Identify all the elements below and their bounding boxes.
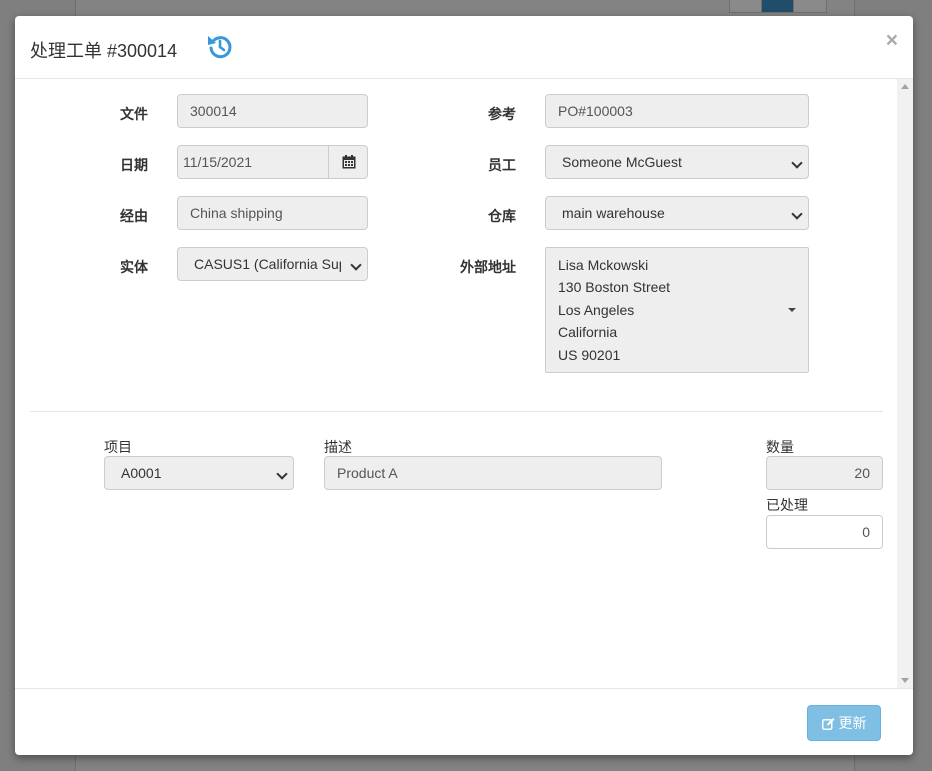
via-field: China shipping: [177, 196, 368, 230]
date-label: 日期: [120, 157, 148, 173]
warehouse-value: main warehouse: [562, 205, 665, 221]
ext-addr-label: 外部地址: [460, 259, 516, 275]
desc-label: 描述: [324, 439, 352, 455]
update-label: 更新: [838, 715, 867, 731]
caret-down-icon: [788, 308, 796, 312]
background-button: [793, 0, 827, 13]
address-line: US 90201: [558, 346, 621, 363]
address-line: Los Angeles: [558, 301, 635, 318]
chevron-down-icon: [791, 208, 803, 220]
item-select[interactable]: A0001: [104, 456, 294, 490]
close-button[interactable]: ×: [886, 29, 898, 53]
processed-input[interactable]: 0: [766, 515, 883, 549]
address-line: 130 Boston Street: [558, 279, 671, 296]
process-order-modal: 处理工单 #300014 × 文件 300014 参考 PO#100003 日期…: [15, 16, 913, 755]
entity-select[interactable]: CASUS1 (California Sup: [177, 247, 368, 281]
qty-field: 20: [766, 456, 883, 490]
ref-field: PO#100003: [545, 94, 809, 128]
chevron-down-icon: [791, 157, 803, 169]
scroll-down-icon[interactable]: [901, 678, 909, 683]
address-line: California: [558, 324, 618, 341]
via-label: 经由: [120, 208, 148, 224]
calendar-button[interactable]: [328, 145, 368, 179]
doc-label: 文件: [120, 106, 148, 122]
history-icon[interactable]: [206, 32, 234, 60]
entity-label: 实体: [120, 259, 148, 275]
staff-label: 员工: [488, 157, 516, 173]
scrollbar[interactable]: [897, 79, 913, 688]
ref-label: 参考: [488, 106, 516, 122]
chevron-down-icon: [350, 259, 362, 271]
staff-value: Someone McGuest: [562, 154, 682, 170]
external-address-select[interactable]: Lisa Mckowski 130 Boston Street Los Ange…: [545, 247, 809, 373]
modal-header: 处理工单 #300014 ×: [15, 16, 913, 79]
modal-body: 文件 300014 参考 PO#100003 日期 11/15/2021 员工 …: [15, 79, 897, 688]
item-value: A0001: [121, 465, 162, 481]
edit-icon: [821, 718, 834, 730]
entity-value: CASUS1 (California Sup: [194, 256, 341, 272]
qty-label: 数量: [766, 439, 794, 455]
modal-footer: 更新: [15, 688, 913, 755]
divider: [30, 411, 883, 412]
item-label: 项目: [104, 439, 132, 455]
chevron-down-icon: [276, 468, 288, 480]
doc-field: 300014: [177, 94, 368, 128]
background-button-active: [761, 0, 795, 13]
staff-select[interactable]: Someone McGuest: [545, 145, 809, 179]
background-button: [729, 0, 763, 13]
date-field[interactable]: 11/15/2021: [177, 145, 329, 179]
desc-field: Product A: [324, 456, 662, 490]
warehouse-label: 仓库: [488, 208, 516, 224]
address-line: Lisa Mckowski: [558, 257, 649, 273]
processed-label: 已处理: [766, 497, 808, 513]
update-button[interactable]: 更新: [807, 705, 881, 741]
scroll-up-icon[interactable]: [901, 84, 909, 89]
warehouse-select[interactable]: main warehouse: [545, 196, 809, 230]
modal-title: 处理工单 #300014: [30, 41, 178, 61]
calendar-icon: [342, 155, 356, 169]
